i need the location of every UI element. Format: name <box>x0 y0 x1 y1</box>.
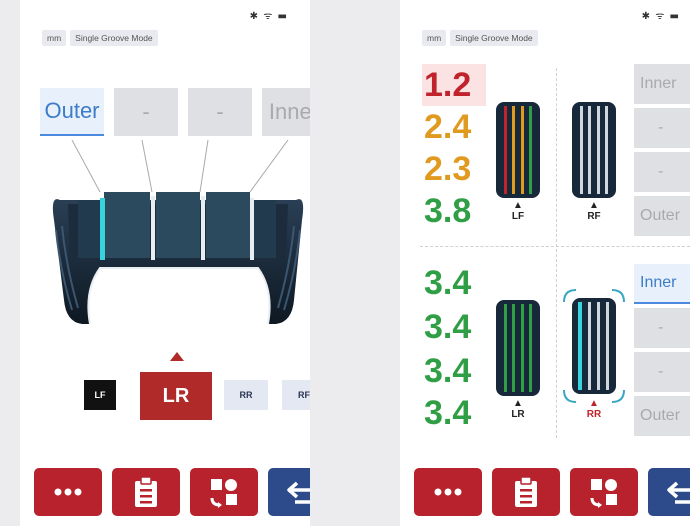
ellipsis-icon <box>434 488 462 496</box>
more-button[interactable] <box>34 468 102 516</box>
back-arrow-icon <box>287 481 310 504</box>
front-outer-button[interactable]: Outer <box>634 196 690 236</box>
lr-tire-label: ▲ LR <box>511 398 525 420</box>
position-rr-button[interactable]: RR <box>224 380 268 410</box>
lf-groove-4-value: 3.8 <box>424 192 472 230</box>
lf-tire-image[interactable] <box>496 102 540 198</box>
rear-groove-2-button[interactable]: - <box>634 308 690 348</box>
groove-outer-button[interactable]: Outer <box>40 88 104 136</box>
ellipsis-icon <box>54 488 82 496</box>
back-button[interactable] <box>268 468 310 516</box>
rear-inner-button[interactable]: Inner <box>634 264 690 304</box>
rr-tire-image[interactable] <box>562 288 626 404</box>
lr-groove-1-value: 3.4 <box>424 264 472 302</box>
lr-groove-4-value: 3.4 <box>424 394 472 432</box>
groove-3-button[interactable]: - <box>188 88 252 136</box>
tire-rotation-button[interactable] <box>570 468 638 516</box>
vertical-divider <box>556 68 557 438</box>
mode-tags: mm Single Groove Mode <box>42 30 158 46</box>
tire-cross-section-image <box>52 140 304 325</box>
position-lf-button[interactable]: LF <box>84 380 116 410</box>
lf-groove-2-value: 2.4 <box>424 108 472 146</box>
rear-outer-button[interactable]: Outer <box>634 396 690 436</box>
lr-groove-3-value: 3.4 <box>424 352 472 390</box>
mode-tags: mm Single Groove Mode <box>422 30 538 46</box>
bottom-toolbar <box>34 468 310 516</box>
lf-tire-label: ▲ LF <box>511 200 525 222</box>
mode-tag[interactable]: Single Groove Mode <box>70 30 158 46</box>
front-inner-button[interactable]: Inner <box>634 64 690 104</box>
all-tires-overview-screen: ✱ ᯤ ▬ mm Single Groove Mode 1.2 2.4 2.3 … <box>400 0 690 526</box>
mode-tag[interactable]: Single Groove Mode <box>450 30 538 46</box>
units-tag[interactable]: mm <box>422 30 447 46</box>
lf-groove-1-value: 1.2 <box>424 66 472 104</box>
back-arrow-icon <box>667 481 690 504</box>
rear-groove-3-button[interactable]: - <box>634 352 690 392</box>
status-bar-icons: ✱ ᯤ ▬ <box>641 11 680 22</box>
single-groove-screen: ✱ ᯤ ▬ mm Single Groove Mode Outer - - In… <box>20 0 310 526</box>
rf-tire-label: ▲ RF <box>587 200 601 222</box>
position-rf-button[interactable]: RF <box>282 380 310 410</box>
back-button[interactable] <box>648 468 690 516</box>
position-lr-button[interactable]: LR <box>140 372 212 420</box>
clipboard-icon <box>135 476 157 507</box>
units-tag[interactable]: mm <box>42 30 67 46</box>
selected-position-marker <box>170 352 184 361</box>
report-button[interactable] <box>112 468 180 516</box>
more-button[interactable] <box>414 468 482 516</box>
lr-tire-image[interactable] <box>496 300 540 396</box>
report-button[interactable] <box>492 468 560 516</box>
status-bar-icons: ✱ ᯤ ▬ <box>249 11 288 22</box>
wheel-position-selector: LF LR RR RF <box>84 362 310 422</box>
groove-selector: Outer - - Inner <box>40 88 310 136</box>
tire-rotation-icon <box>210 479 237 508</box>
tire-rotation-button[interactable] <box>190 468 258 516</box>
lf-groove-3-value: 2.3 <box>424 150 472 188</box>
front-groove-3-button[interactable]: - <box>634 152 690 192</box>
horizontal-divider <box>420 246 690 247</box>
tire-rotation-icon <box>590 479 617 508</box>
groove-2-button[interactable]: - <box>114 88 178 136</box>
rf-tire-image[interactable] <box>572 102 616 198</box>
front-groove-2-button[interactable]: - <box>634 108 690 148</box>
lr-groove-2-value: 3.4 <box>424 308 472 346</box>
groove-inner-button[interactable]: Inner <box>262 88 310 136</box>
bottom-toolbar <box>414 468 690 516</box>
rr-tire-label: ▲ RR <box>586 398 602 420</box>
clipboard-icon <box>515 476 537 507</box>
